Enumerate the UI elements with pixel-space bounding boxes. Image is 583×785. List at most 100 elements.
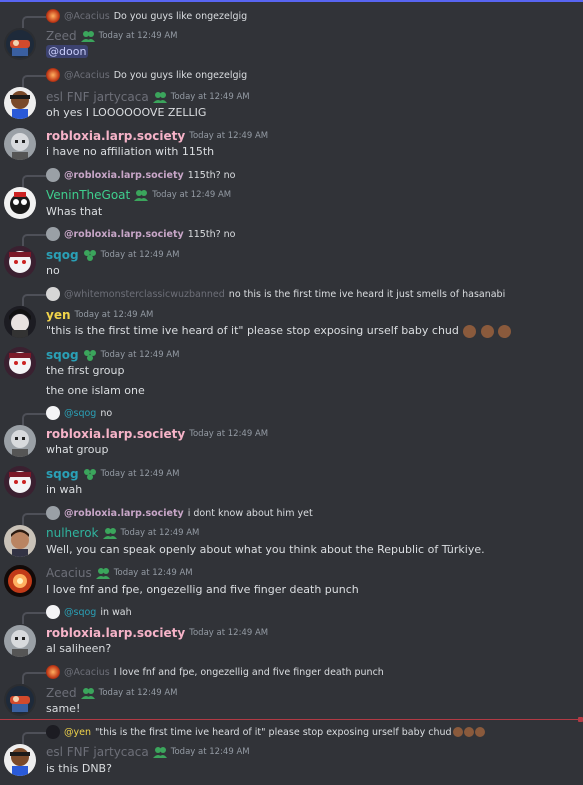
reply-text[interactable]: 115th? no (188, 229, 236, 240)
reply-username[interactable]: @whitemonsterclassicwuzbanned (64, 289, 225, 300)
green-people-badge-icon (83, 350, 96, 361)
bear-emoji-icon (452, 727, 463, 737)
message-content: in wah (46, 483, 83, 496)
bear-emoji-icon (498, 324, 512, 338)
username[interactable]: esl FNF jartycaca (46, 745, 149, 759)
reply-preview[interactable]: @robloxia.larp.society i dont know about… (22, 505, 313, 525)
reply-text[interactable]: Do you guys like ongezelgig (114, 11, 247, 22)
reply-username[interactable]: @sqog (64, 607, 96, 618)
username[interactable]: VeninTheGoat (46, 188, 130, 202)
avatar[interactable] (4, 128, 36, 160)
reply-preview[interactable]: @robloxia.larp.society 115th? no (22, 226, 236, 246)
message-content: al saliheen? (46, 642, 112, 655)
reply-preview[interactable]: @yen "this is the first time ive heard o… (22, 724, 485, 744)
reply-text[interactable]: "this is the first time ive heard of it"… (95, 727, 452, 738)
timestamp: Today at 12:49 AM (98, 688, 178, 698)
avatar[interactable] (4, 466, 36, 498)
reply-username[interactable]: @sqog (64, 408, 96, 419)
reply-avatar (46, 68, 60, 82)
timestamp: Today at 12:49 AM (100, 469, 180, 479)
timestamp: Today at 12:49 AM (100, 250, 180, 260)
avatar[interactable] (4, 625, 36, 657)
message-content: what group (46, 443, 109, 456)
timestamp: Today at 12:49 AM (152, 190, 232, 200)
top-accent-bar (0, 0, 583, 2)
reply-spine (22, 234, 46, 246)
green-people-badge-icon (83, 469, 96, 480)
reply-text[interactable]: I love fnf and fpe, ongezellig and five … (114, 667, 384, 678)
avatar[interactable] (4, 306, 36, 338)
reply-text[interactable]: no (100, 408, 112, 419)
reply-text[interactable]: no this is the first time ive heard it j… (229, 289, 505, 300)
reply-username[interactable]: @robloxia.larp.society (64, 508, 184, 519)
reply-avatar (46, 605, 60, 619)
username[interactable]: robloxia.larp.society (46, 626, 185, 640)
reply-avatar (46, 227, 60, 241)
reply-username[interactable]: @Acacius (64, 11, 110, 22)
timestamp: Today at 12:49 AM (120, 528, 200, 538)
reply-username[interactable]: @robloxia.larp.society (64, 170, 184, 181)
reply-preview[interactable]: @whitemonsterclassicwuzbanned no this is… (22, 286, 505, 306)
username[interactable]: Acacius (46, 566, 92, 580)
reply-preview[interactable]: @sqog in wah (22, 604, 132, 624)
avatar[interactable] (4, 246, 36, 278)
avatar[interactable] (4, 187, 36, 219)
username[interactable]: sqog (46, 348, 79, 362)
message-content: Whas that (46, 205, 103, 218)
timestamp: Today at 12:49 AM (189, 131, 269, 141)
username[interactable]: sqog (46, 467, 79, 481)
reply-username[interactable]: @yen (64, 727, 91, 738)
reply-spine (22, 294, 46, 306)
reply-text[interactable]: Do you guys like ongezelgig (114, 70, 247, 81)
message-header: Zeed Today at 12:49 AM (46, 684, 177, 702)
avatar[interactable] (4, 565, 36, 597)
timestamp: Today at 12:49 AM (170, 92, 250, 102)
green-people-badge-icon (102, 528, 117, 539)
message-content: I love fnf and fpe, ongezellig and five … (46, 583, 359, 596)
reply-text[interactable]: i dont know about him yet (188, 508, 313, 519)
user-mention[interactable]: @doon (46, 45, 89, 58)
avatar[interactable] (4, 684, 36, 716)
username[interactable]: sqog (46, 248, 79, 262)
username[interactable]: Zeed (46, 29, 77, 43)
reply-username[interactable]: @Acacius (64, 70, 110, 81)
reply-avatar (46, 725, 60, 739)
reply-preview[interactable]: @Acacius I love fnf and fpe, ongezellig … (22, 664, 384, 684)
avatar[interactable] (4, 425, 36, 457)
message-header: Zeed Today at 12:49 AM (46, 27, 177, 45)
timestamp: Today at 12:49 AM (189, 429, 269, 439)
message-header: VeninTheGoat Today at 12:49 AM (46, 186, 231, 204)
message-header: Acacius Today at 12:49 AM (46, 564, 193, 582)
reply-spine (22, 75, 46, 87)
message-header: nulherok Today at 12:49 AM (46, 524, 199, 542)
reply-preview[interactable]: @robloxia.larp.society 115th? no (22, 167, 236, 187)
reply-avatar (46, 9, 60, 23)
avatar[interactable] (4, 525, 36, 557)
reply-spine (22, 612, 46, 624)
username[interactable]: esl FNF jartycaca (46, 90, 149, 104)
avatar[interactable] (4, 744, 36, 776)
avatar[interactable] (4, 347, 36, 379)
username[interactable]: yen (46, 308, 71, 322)
username[interactable]: Zeed (46, 686, 77, 700)
username[interactable]: nulherok (46, 526, 99, 540)
message-content: same! (46, 702, 81, 715)
reply-text[interactable]: 115th? no (188, 170, 236, 181)
message-header: sqog Today at 12:49 AM (46, 246, 179, 264)
message-content: the one islam one (46, 384, 145, 397)
avatar[interactable] (4, 87, 36, 119)
reply-text[interactable]: in wah (100, 607, 131, 618)
message-content: the first group (46, 364, 125, 377)
reply-preview[interactable]: @Acacius Do you guys like ongezelgig (22, 67, 247, 87)
message-header: robloxia.larp.society Today at 12:49 AM (46, 425, 268, 443)
username[interactable]: robloxia.larp.society (46, 427, 185, 441)
reply-avatar (46, 506, 60, 520)
reply-preview[interactable]: @Acacius Do you guys like ongezelgig (22, 8, 247, 28)
reply-username[interactable]: @robloxia.larp.society (64, 229, 184, 240)
avatar[interactable] (4, 28, 36, 60)
reply-avatar (46, 406, 60, 420)
reply-username[interactable]: @Acacius (64, 667, 110, 678)
reply-spine (22, 513, 46, 525)
username[interactable]: robloxia.larp.society (46, 129, 185, 143)
reply-preview[interactable]: @sqog no (22, 405, 112, 425)
